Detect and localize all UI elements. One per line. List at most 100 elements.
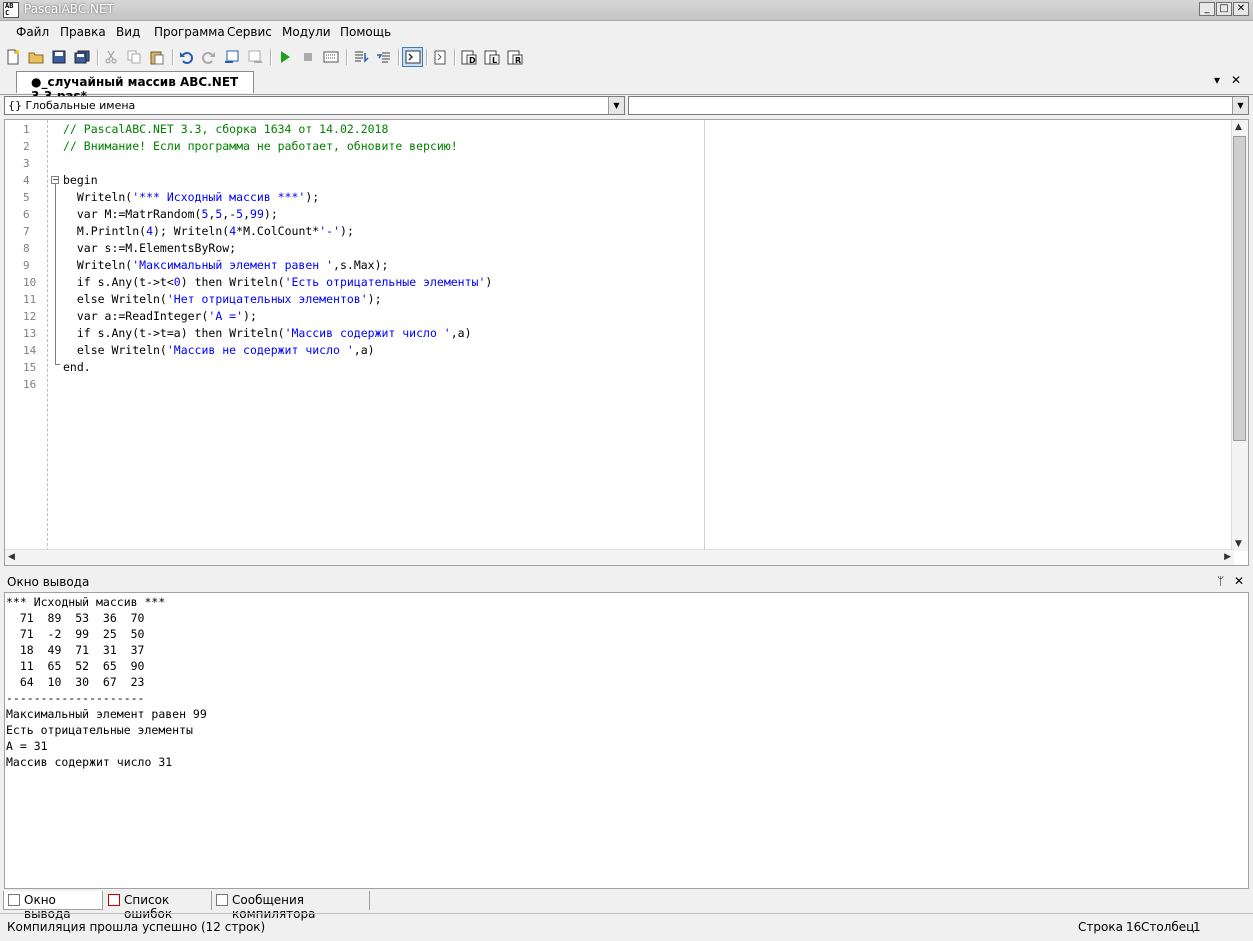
code-token: '-' <box>319 224 341 238</box>
svg-text:L: L <box>492 56 497 65</box>
open-icon[interactable] <box>27 48 45 66</box>
code-token: ,a) <box>450 326 472 340</box>
bookmark-prev-icon[interactable] <box>223 48 241 66</box>
menu-edit[interactable]: Правка <box>60 25 106 39</box>
minimize-button[interactable]: _ <box>1199 2 1215 16</box>
menu-service[interactable]: Сервис <box>227 25 272 39</box>
toolbar-separator <box>346 49 348 65</box>
step-over-icon[interactable] <box>352 48 370 66</box>
scroll-up-icon[interactable]: ▲ <box>1235 122 1242 132</box>
paste-icon[interactable] <box>148 48 166 66</box>
chevron-down-icon[interactable]: ▼ <box>608 97 624 114</box>
tab-output-window[interactable]: Окно вывода <box>3 891 103 921</box>
code-token: 4 <box>146 224 154 238</box>
fold-line <box>55 184 56 364</box>
menu-program[interactable]: Программа <box>154 25 225 39</box>
format-icon[interactable] <box>431 48 449 66</box>
code-line: if s.Any(t->t<0) then Writeln('Есть отри… <box>63 274 492 291</box>
app-icon: AB C <box>3 2 19 18</box>
menu-modules[interactable]: Модули <box>282 25 331 39</box>
tab-compiler-messages[interactable]: Сообщения компилятора <box>212 891 370 921</box>
maximize-button[interactable]: □ <box>1216 2 1232 16</box>
output-line: 71 -2 99 25 50 <box>6 627 145 641</box>
bookmark-next-icon[interactable] <box>246 48 264 66</box>
redo-icon[interactable] <box>200 48 218 66</box>
code-token: ); <box>340 224 354 238</box>
scroll-left-icon[interactable]: ◀ <box>8 552 15 562</box>
line-number-gutter: 1 2 3 4 5 6 7 8 9 10 11 12 13 14 15 16 <box>5 120 48 551</box>
ref-l-icon[interactable]: L <box>483 48 501 66</box>
global-names-select[interactable]: {} Глобальные имена ▼ <box>4 96 625 115</box>
undo-icon[interactable] <box>177 48 195 66</box>
member-select[interactable]: ▼ <box>628 96 1249 115</box>
pin-icon[interactable]: ᛘ <box>1217 574 1224 588</box>
code-line: var M:=MatrRandom(5,5,-5,99); <box>63 206 278 223</box>
scroll-thumb[interactable] <box>1233 136 1246 441</box>
close-tab-icon[interactable]: ✕ <box>1231 73 1241 87</box>
line-number: 2 <box>23 140 30 153</box>
step-into-icon[interactable] <box>375 48 393 66</box>
scroll-down-icon[interactable]: ▼ <box>1235 539 1242 549</box>
tab-document[interactable]: ●_случайный массив ABC.NET 3.3.pas* <box>16 71 254 103</box>
code-token: else Writeln( <box>63 343 167 357</box>
output-line: 18 49 71 31 37 <box>6 643 145 657</box>
output-window[interactable]: *** Исходный массив *** 71 89 53 36 70 7… <box>4 592 1249 889</box>
close-panel-icon[interactable]: ✕ <box>1234 574 1244 588</box>
status-message: Компиляция прошла успешно (12 строк) <box>7 920 266 934</box>
toolbar-separator <box>398 49 400 65</box>
code-token: ) then Writeln( <box>180 275 285 289</box>
console-icon[interactable] <box>402 47 423 67</box>
menu-file[interactable]: Файл <box>16 25 49 39</box>
status-bar: Компиляция прошла успешно (12 строк) Стр… <box>0 913 1253 941</box>
line-number: 5 <box>23 191 30 204</box>
code-line: Writeln('Максимальный элемент равен ',s.… <box>63 257 389 274</box>
code-token: 'A =' <box>208 309 244 323</box>
output-panel-header: Окно вывода ᛘ ✕ <box>0 572 1253 592</box>
stop-icon[interactable] <box>299 48 317 66</box>
tab-list-dropdown-icon[interactable]: ▾ <box>1214 73 1220 87</box>
code-token: 'Массив не содержит число ' <box>166 343 354 357</box>
fold-toggle-icon[interactable]: − <box>51 176 59 184</box>
code-token: 'Нет отрицательных элементов' <box>166 292 368 306</box>
document-tab-row: ●_случайный массив ABC.NET 3.3.pas* ▾ ✕ <box>0 70 1253 103</box>
code-token: 'Есть отрицательные элементы' <box>284 275 486 289</box>
status-col-label: Столбец <box>1141 920 1195 934</box>
scroll-right-icon[interactable]: ▶ <box>1224 552 1231 562</box>
svg-text:R: R <box>515 56 521 65</box>
code-token: M.Println( <box>63 224 147 238</box>
new-file-icon[interactable] <box>4 48 22 66</box>
bottom-tabs: Окно вывода Список ошибок Сообщения комп… <box>0 891 1253 921</box>
code-token: var s:=M.ElementsByRow; <box>63 241 237 255</box>
code-token: ,a) <box>353 343 375 357</box>
ref-r-icon[interactable]: R <box>506 48 524 66</box>
editor-vertical-scrollbar[interactable]: ▲ ▼ <box>1231 120 1248 551</box>
cut-icon[interactable] <box>102 48 120 66</box>
code-token: 'Массив содержит число ' <box>284 326 451 340</box>
menu-view[interactable]: Вид <box>116 25 140 39</box>
code-token: Writeln( <box>63 258 133 272</box>
toolbar-separator <box>454 49 456 65</box>
run-icon[interactable] <box>276 48 294 66</box>
code-line: M.Println(4); Writeln(4*M.ColCount*'-'); <box>63 223 354 240</box>
save-icon[interactable] <box>50 48 68 66</box>
output-panel-title: Окно вывода <box>7 575 90 589</box>
ref-d-icon[interactable]: D <box>460 48 478 66</box>
debug-icon[interactable] <box>322 48 340 66</box>
code-line: if s.Any(t->t=a) then Writeln('Массив со… <box>63 325 472 342</box>
menu-help[interactable]: Помощь <box>340 25 391 39</box>
code-token: Writeln( <box>63 190 133 204</box>
code-line: // Внимание! Если программа не работает,… <box>63 138 458 155</box>
close-window-button[interactable]: ✕ <box>1233 2 1249 16</box>
line-number: 6 <box>23 208 30 221</box>
fold-end <box>55 364 60 365</box>
save-all-icon[interactable] <box>73 48 91 66</box>
editor-horizontal-scrollbar[interactable]: ◀ ▶ <box>5 549 1234 565</box>
chevron-down-icon[interactable]: ▼ <box>1232 97 1248 114</box>
code-token: var a:=ReadInteger( <box>63 309 209 323</box>
code-line: begin <box>63 172 98 189</box>
output-line: 71 89 53 36 70 <box>6 611 145 625</box>
code-editor[interactable]: 1 2 3 4 5 6 7 8 9 10 11 12 13 14 15 16 // PascalABC.NET… <box>4 119 1249 566</box>
tab-error-list[interactable]: Список ошибок <box>104 891 212 921</box>
code-token: ) <box>485 275 493 289</box>
copy-icon[interactable] <box>125 48 143 66</box>
